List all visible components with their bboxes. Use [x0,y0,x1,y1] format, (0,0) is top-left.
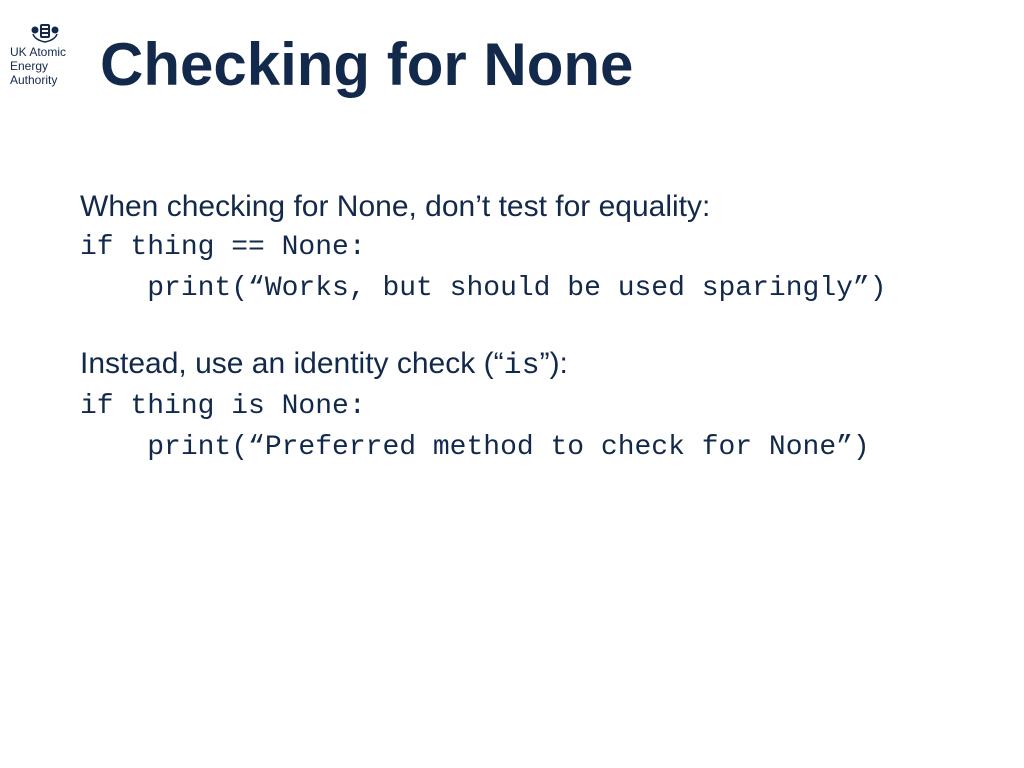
slide-title: Checking for None [100,30,633,99]
logo-text-line1: UK Atomic [10,46,80,60]
paragraph-2-pre: Instead, use an identity check (“ [80,347,504,380]
code-block-1-line-2: print(“Works, but should be used sparing… [80,269,964,310]
paragraph-1: When checking for None, don’t test for e… [80,190,964,224]
code-block-2-line-2: print(“Preferred method to check for Non… [80,428,964,469]
code-block-1-line-1: if thing == None: [80,228,964,269]
spacer [80,309,964,347]
code-block-2-line-1: if thing is None: [80,387,964,428]
logo-text-line3: Authority [10,74,80,88]
paragraph-2: Instead, use an identity check (“is”): [80,347,964,383]
crest-icon [27,20,63,44]
paragraph-2-post: ”): [540,347,568,380]
slide: UK Atomic Energy Authority Checking for … [0,0,1024,768]
slide-content: When checking for None, don’t test for e… [80,190,964,468]
paragraph-2-code: is [504,349,540,383]
logo-text-line2: Energy [10,60,80,74]
organisation-logo: UK Atomic Energy Authority [10,20,80,87]
